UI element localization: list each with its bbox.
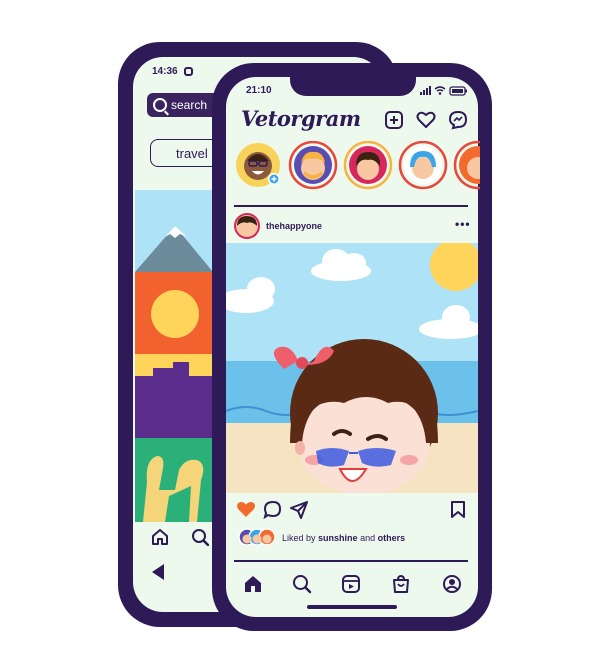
post-image[interactable]: [226, 243, 478, 493]
liked-by-others[interactable]: others: [378, 533, 406, 543]
home-icon[interactable]: [151, 528, 169, 546]
search-placeholder: search: [171, 98, 208, 112]
liked-avatars: [238, 528, 276, 546]
signal-icon: [420, 92, 422, 95]
liked-by-user[interactable]: sunshine: [318, 533, 358, 543]
explore-grid[interactable]: [135, 190, 213, 522]
liked-by-text[interactable]: Liked by sunshine and others: [282, 533, 405, 543]
bottom-nav-divider: [234, 560, 468, 562]
home-icon[interactable]: [243, 574, 263, 594]
sun: [151, 290, 199, 338]
post-username[interactable]: thehappyone: [266, 221, 322, 231]
camera-icon: [184, 67, 193, 76]
profile-icon[interactable]: [442, 574, 462, 594]
story-your[interactable]: [236, 143, 280, 187]
wifi-icon: [434, 86, 446, 92]
reels-icon[interactable]: [341, 574, 361, 594]
share-icon[interactable]: [289, 500, 309, 520]
home-indicator[interactable]: [307, 605, 397, 609]
liked-by-prefix: Liked by: [282, 533, 316, 543]
like-heart-icon[interactable]: [236, 500, 256, 518]
heart-icon[interactable]: [416, 110, 436, 130]
search-icon[interactable]: [292, 574, 312, 594]
search-icon[interactable]: [191, 528, 209, 546]
app-logo: Vetorgram: [241, 106, 361, 131]
story-avatar-4[interactable]: [398, 141, 448, 190]
front-status-time: 21:10: [246, 85, 272, 96]
post-more-icon[interactable]: •••: [455, 217, 471, 231]
stories-row[interactable]: [234, 141, 480, 191]
back-arrow-icon[interactable]: [152, 564, 164, 580]
liked-by-joiner: and: [360, 533, 376, 543]
story-avatar-2[interactable]: [288, 141, 338, 190]
bookmark-icon[interactable]: [450, 500, 466, 520]
shop-icon[interactable]: [391, 574, 411, 594]
story-avatar-5[interactable]: [453, 141, 480, 190]
search-icon: [153, 98, 167, 112]
messenger-icon[interactable]: [448, 110, 468, 130]
stories-divider: [234, 205, 468, 207]
add-post-icon[interactable]: [384, 110, 404, 130]
post-avatar[interactable]: [234, 213, 260, 239]
phone-notch: [290, 72, 416, 96]
status-icons: [420, 86, 467, 96]
back-status-time: 14:36: [152, 66, 178, 77]
story-avatar-3[interactable]: [343, 141, 393, 190]
comment-icon[interactable]: [263, 500, 283, 520]
chip-label: travel: [176, 146, 208, 161]
